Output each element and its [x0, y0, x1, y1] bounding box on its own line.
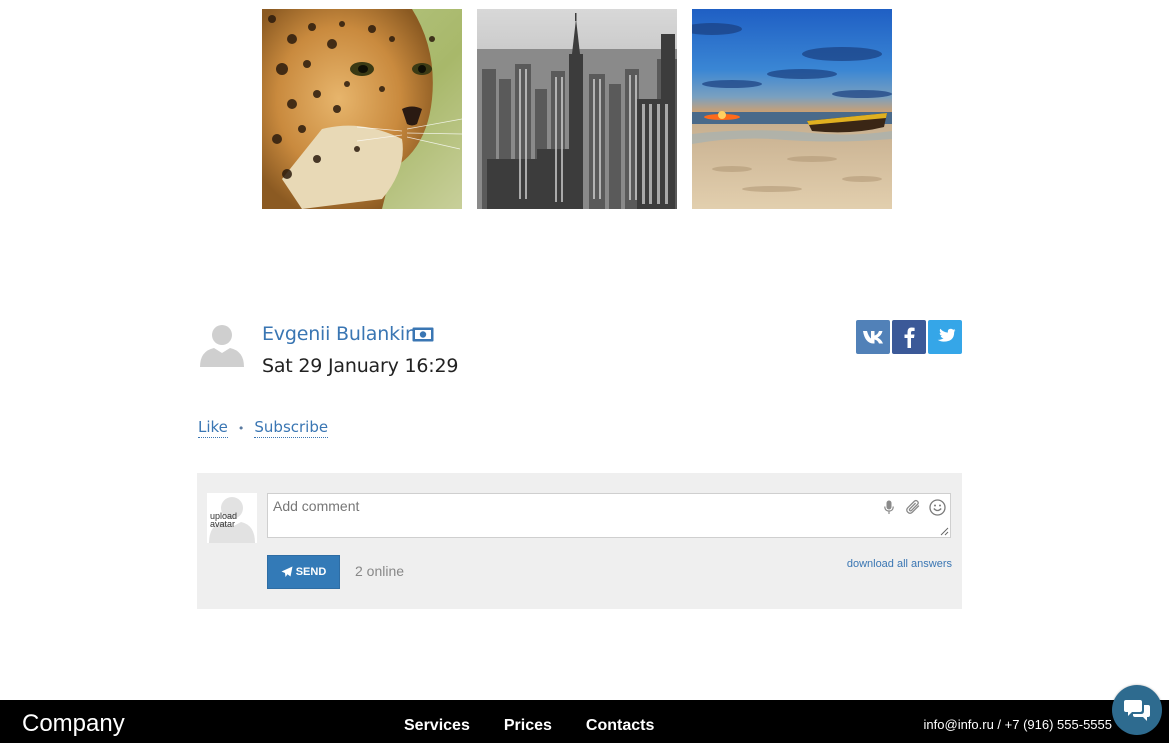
gallery-image-beach[interactable]	[692, 9, 892, 209]
twitter-icon	[937, 328, 956, 342]
photo-gallery	[262, 9, 892, 209]
send-button[interactable]: SEND	[267, 555, 340, 589]
footer-brand-logo[interactable]: Company	[22, 710, 125, 738]
footer-contact-info: info@info.ru / +7 (916) 555-5555	[923, 717, 1112, 732]
user-silhouette-icon	[200, 325, 244, 367]
footer-nav: Services Prices Contacts	[404, 717, 654, 735]
resize-grip-icon[interactable]	[940, 527, 949, 536]
share-twitter-button[interactable]	[928, 320, 962, 354]
share-vk-button[interactable]	[856, 320, 890, 354]
comment-input-container	[267, 493, 951, 538]
upload-avatar-label-line2: avatar	[210, 519, 236, 529]
online-count: 2 online	[355, 563, 405, 579]
footer-nav-prices[interactable]: Prices	[504, 717, 552, 735]
download-all-answers-link[interactable]: download all answers	[847, 558, 952, 570]
footer-nav-services[interactable]: Services	[404, 717, 470, 735]
comment-panel: upload avatar Add comment SEND 2 online …	[197, 473, 962, 609]
vk-icon	[863, 331, 883, 344]
money-badge-icon	[412, 327, 434, 342]
microphone-icon[interactable]	[880, 498, 898, 516]
paper-plane-icon	[281, 566, 293, 577]
like-link[interactable]: Like	[198, 418, 228, 438]
upload-avatar-label: upload avatar	[210, 512, 250, 529]
upload-avatar-button[interactable]: upload avatar	[207, 493, 257, 543]
paperclip-icon[interactable]	[904, 498, 922, 516]
actions-separator: •	[237, 421, 245, 435]
footer: Company Services Prices Contacts info@in…	[0, 700, 1169, 743]
send-button-label: SEND	[295, 566, 327, 578]
gallery-image-city[interactable]	[477, 9, 677, 209]
share-buttons	[856, 320, 962, 354]
author-name-link[interactable]: Evgenii Bulankin	[262, 323, 417, 345]
chat-widget-button[interactable]	[1112, 685, 1162, 735]
author-avatar[interactable]	[198, 321, 246, 367]
gallery-image-leopard[interactable]	[262, 9, 462, 209]
facebook-icon	[904, 327, 915, 348]
footer-nav-contacts[interactable]: Contacts	[586, 717, 654, 735]
post-date: Sat 29 January 16:29	[262, 355, 459, 377]
comment-input[interactable]	[268, 494, 950, 537]
post-actions: Like • Subscribe	[198, 418, 329, 438]
comment-input-icons	[880, 498, 946, 516]
emoji-icon[interactable]	[928, 498, 946, 516]
share-facebook-button[interactable]	[892, 320, 926, 354]
chat-bubbles-icon	[1124, 700, 1150, 721]
subscribe-link[interactable]: Subscribe	[254, 418, 329, 438]
